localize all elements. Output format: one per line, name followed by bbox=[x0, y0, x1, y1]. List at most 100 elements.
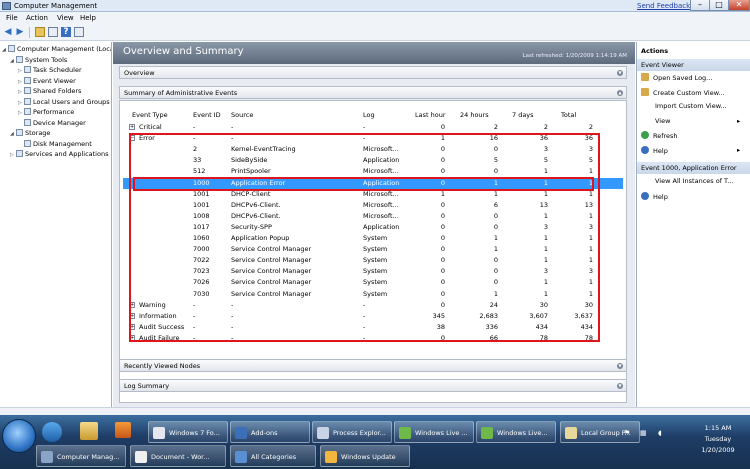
tray-volume-icon[interactable]: ◖ bbox=[658, 429, 662, 437]
tree-item-label: Disk Management bbox=[33, 139, 92, 148]
users-icon bbox=[24, 97, 31, 105]
cell-log: - bbox=[363, 123, 366, 131]
taskbar-button[interactable]: Windows Update bbox=[320, 445, 410, 467]
taskbar-button[interactable]: Windows Live... bbox=[476, 421, 556, 443]
computer-management-icon bbox=[41, 451, 53, 463]
menu-action[interactable]: Action bbox=[26, 14, 48, 22]
window-title: Computer Management bbox=[14, 2, 98, 10]
device-icon bbox=[24, 118, 31, 126]
action-item[interactable]: Create Custom View... bbox=[641, 87, 725, 97]
tree-item[interactable]: ◢ Computer Management (Local bbox=[2, 45, 111, 54]
send-feedback-link[interactable]: Send Feedback bbox=[637, 2, 690, 10]
taskbar-button-label: All Categories bbox=[251, 453, 297, 461]
up-folder-icon[interactable] bbox=[35, 27, 45, 37]
cell-type: Critical bbox=[139, 123, 162, 131]
event-type-row[interactable]: + Critical - - - 0 2 2 2 bbox=[123, 122, 623, 133]
col-event-type[interactable]: Event Type bbox=[132, 111, 168, 119]
tree-item[interactable]: ▷ Local Users and Groups bbox=[18, 97, 110, 107]
col-24-hours[interactable]: 24 hours bbox=[460, 111, 489, 119]
action-item[interactable]: View ▸ bbox=[655, 117, 740, 125]
col-event-id[interactable]: Event ID bbox=[193, 111, 221, 119]
highlight-box-selected bbox=[133, 177, 594, 191]
forward-arrow-icon[interactable]: ▶ bbox=[15, 27, 25, 37]
maximize-button[interactable]: □ bbox=[709, 0, 729, 11]
expand-icon[interactable]: + bbox=[129, 124, 135, 130]
toolbar: ◀ ▶ ? bbox=[0, 24, 750, 41]
recently-viewed-section[interactable]: Recently Viewed Nodes ▼ bbox=[119, 359, 627, 372]
minimize-button[interactable]: – bbox=[690, 0, 710, 11]
col-7-days[interactable]: 7 days bbox=[512, 111, 534, 119]
taskbar-button[interactable]: Windows 7 Fo... bbox=[148, 421, 228, 443]
tree-item[interactable]: ▷ Event Viewer bbox=[18, 76, 76, 86]
action-item[interactable]: Refresh bbox=[641, 131, 678, 140]
tree-item[interactable]: ◢ System Tools bbox=[10, 55, 68, 65]
overview-section[interactable]: Overview ▼ bbox=[119, 66, 627, 79]
action-label: Open Saved Log... bbox=[653, 74, 713, 82]
tree-item-label: System Tools bbox=[25, 55, 68, 64]
action-item[interactable]: View All Instances of T... bbox=[655, 177, 733, 185]
taskbar-button[interactable]: Windows Live ... bbox=[394, 421, 474, 443]
col-source[interactable]: Source bbox=[231, 111, 253, 119]
taskbar-button[interactable]: Add-ons bbox=[230, 421, 310, 443]
tree-item[interactable]: Disk Management bbox=[18, 139, 92, 149]
actions-header: Actions bbox=[637, 45, 750, 57]
action-label: Help bbox=[653, 146, 668, 155]
process-explorer-icon bbox=[317, 427, 329, 439]
chevron-down-icon[interactable]: ▼ bbox=[617, 363, 623, 369]
actions-group1-label: Event Viewer bbox=[641, 61, 684, 69]
tray-network-icon[interactable]: ▦ bbox=[640, 429, 647, 437]
cell-source: - bbox=[231, 123, 234, 131]
help-icon[interactable]: ? bbox=[61, 27, 71, 37]
tree-item[interactable]: ▷ Performance bbox=[18, 108, 74, 117]
menu-help[interactable]: Help bbox=[80, 14, 96, 22]
properties-icon[interactable] bbox=[74, 27, 84, 37]
chevron-up-icon[interactable]: ▲ bbox=[617, 90, 623, 96]
clock[interactable]: 1:15 AM Tuesday 1/20/2009 bbox=[690, 423, 746, 456]
taskbar-button[interactable]: All Categories bbox=[230, 445, 316, 467]
col-total[interactable]: Total bbox=[561, 111, 576, 119]
open-log-icon bbox=[641, 73, 649, 81]
chevron-down-icon[interactable]: ▼ bbox=[617, 70, 623, 76]
tray-flag-icon[interactable]: ⚑ bbox=[624, 429, 630, 437]
menu-file[interactable]: File bbox=[6, 14, 18, 22]
summary-section[interactable]: Summary of Administrative Events ▲ bbox=[119, 86, 627, 99]
chevron-down-icon[interactable]: ▼ bbox=[617, 383, 623, 389]
col-log[interactable]: Log bbox=[363, 111, 375, 119]
action-item[interactable]: Open Saved Log... bbox=[641, 73, 712, 82]
event-viewer-icon bbox=[24, 76, 31, 84]
start-button[interactable] bbox=[2, 419, 36, 453]
actions-group-event-viewer[interactable]: Event Viewer bbox=[637, 59, 750, 71]
menu-view[interactable]: View bbox=[57, 14, 74, 22]
action-label: Create Custom View... bbox=[653, 88, 725, 97]
clock-date: 1/20/2009 bbox=[701, 446, 735, 454]
action-item[interactable]: Help ▸ bbox=[641, 145, 740, 155]
log-summary-section[interactable]: Log Summary ▼ bbox=[119, 379, 627, 392]
back-arrow-icon[interactable]: ◀ bbox=[3, 27, 13, 37]
console-tree-icon[interactable] bbox=[48, 27, 58, 37]
action-item[interactable]: Import Custom View... bbox=[655, 102, 727, 110]
tree-item[interactable]: Device Manager bbox=[18, 118, 86, 128]
tree-item[interactable]: ◢ Storage bbox=[10, 129, 50, 138]
internet-explorer-icon[interactable] bbox=[42, 422, 62, 442]
tree-item[interactable]: ▷ Shared Folders bbox=[18, 87, 81, 96]
action-item[interactable]: Help bbox=[641, 191, 668, 201]
events-table: Event Type Event ID Source Log Last hour… bbox=[119, 100, 627, 403]
media-player-icon[interactable] bbox=[115, 422, 131, 438]
tree-item[interactable]: ▷ Services and Applications bbox=[10, 150, 108, 159]
create-view-icon bbox=[641, 87, 649, 96]
addons-icon bbox=[235, 427, 247, 439]
help-icon bbox=[641, 145, 649, 154]
col-last-hour[interactable]: Last hour bbox=[415, 111, 446, 119]
taskbar-button[interactable]: Document - Wor... bbox=[130, 445, 226, 467]
folder-icon bbox=[24, 87, 31, 94]
cell-w: 2 bbox=[543, 123, 548, 131]
taskbar-button[interactable]: Process Explor... bbox=[312, 421, 392, 443]
taskbar-button[interactable]: Computer Manag... bbox=[36, 445, 126, 467]
tree-item[interactable]: ▷ Task Scheduler bbox=[18, 66, 82, 75]
explorer-folder-icon[interactable] bbox=[80, 422, 98, 440]
close-button[interactable]: ✕ bbox=[728, 0, 750, 11]
forum-icon bbox=[153, 427, 165, 439]
computer-management-icon bbox=[8, 45, 15, 52]
actions-group-event[interactable]: Event 1000, Application Error bbox=[637, 162, 750, 174]
clock-time: 1:15 AM bbox=[704, 424, 732, 432]
